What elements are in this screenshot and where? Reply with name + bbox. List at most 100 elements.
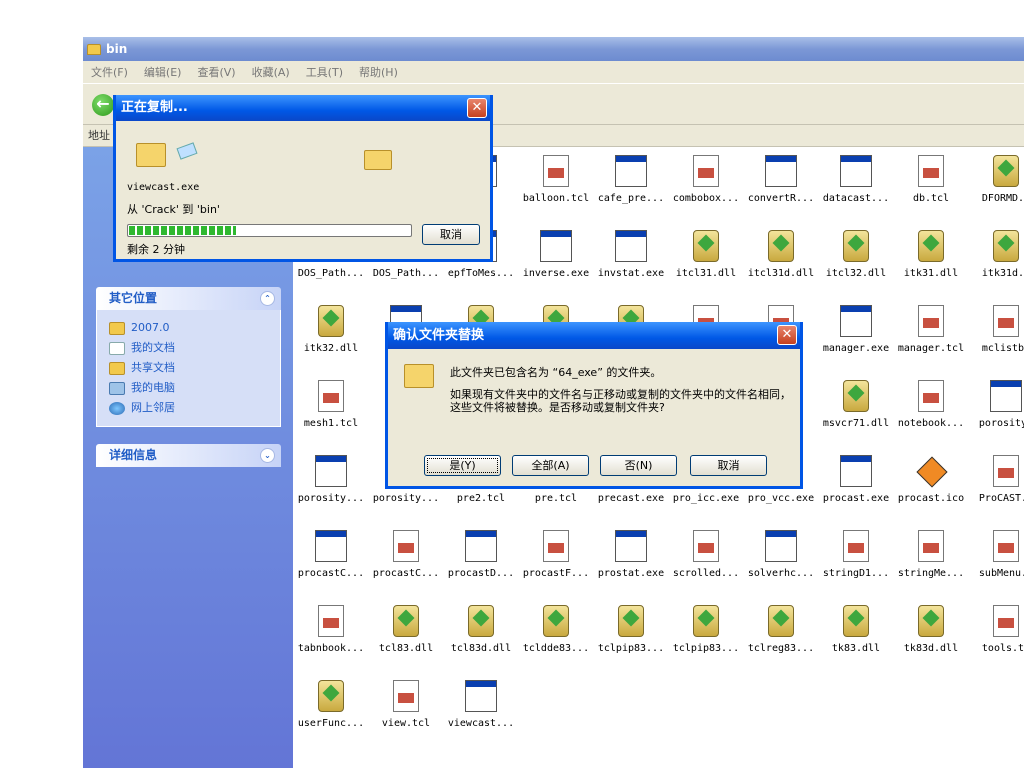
file-name: tcl83.dll	[378, 643, 434, 654]
confirm-dialog-titlebar[interactable]: 确认文件夹替换 ✕	[388, 322, 800, 349]
file-item[interactable]: tcl83.dll	[370, 601, 442, 673]
file-item[interactable]: mclistbo	[970, 301, 1024, 373]
file-item[interactable]: balloon.tcl	[520, 151, 592, 223]
other-places-panel: 其它位置 ⌃ 2007.0 我的文档 共享文档 我的电脑 网上邻居	[96, 287, 281, 427]
file-item[interactable]: subMenu.t	[970, 526, 1024, 598]
details-header[interactable]: 详细信息 ⌄	[96, 444, 281, 467]
tcl-file-icon	[918, 380, 944, 412]
copy-dialog-titlebar[interactable]: 正在复制... ✕	[116, 95, 490, 121]
file-item[interactable]: tclpip83...	[595, 601, 667, 673]
menu-help[interactable]: 帮助(H)	[359, 64, 398, 80]
file-item[interactable]: stringD1...	[820, 526, 892, 598]
window-titlebar[interactable]: bin	[83, 37, 1024, 61]
file-item[interactable]: notebook...	[895, 376, 967, 448]
file-name: procastC...	[372, 568, 440, 579]
file-item[interactable]: tk83.dll	[820, 601, 892, 673]
file-item[interactable]: tcl83d.dll	[445, 601, 517, 673]
place-link-my-computer[interactable]: 我的电脑	[109, 378, 280, 398]
close-icon[interactable]: ✕	[467, 98, 487, 118]
file-name: tclpip83...	[597, 643, 665, 654]
file-item[interactable]: tabnbook...	[295, 601, 367, 673]
file-item[interactable]: porosity.	[970, 376, 1024, 448]
file-item[interactable]: solverhc...	[745, 526, 817, 598]
dll-file-icon	[768, 605, 794, 637]
confirm-message-line2: 如果现有文件夹中的文件名与正移动或复制的文件夹中的文件名相同，这些文件将被替换。…	[450, 388, 791, 414]
file-item[interactable]: viewcast...	[445, 676, 517, 748]
file-item[interactable]: procast.ico	[895, 451, 967, 523]
no-button[interactable]: 否(N)	[600, 455, 677, 476]
file-item[interactable]: userFunc...	[295, 676, 367, 748]
file-item[interactable]: tclreg83...	[745, 601, 817, 673]
place-link-network[interactable]: 网上邻居	[109, 398, 280, 418]
file-item[interactable]: cafe_pre...	[595, 151, 667, 223]
yes-button[interactable]: 是(Y)	[424, 455, 501, 476]
source-folder-icon	[136, 143, 166, 167]
file-item[interactable]: procast.exe	[820, 451, 892, 523]
file-item[interactable]: scrolled...	[670, 526, 742, 598]
file-item[interactable]: prostat.exe	[595, 526, 667, 598]
cancel-button[interactable]: 取消	[690, 455, 767, 476]
file-item[interactable]: combobox...	[670, 151, 742, 223]
other-places-header[interactable]: 其它位置 ⌃	[96, 287, 281, 310]
expand-chevron-icon[interactable]: ⌄	[260, 448, 275, 463]
file-item[interactable]: procastC...	[370, 526, 442, 598]
dll-file-icon	[543, 605, 569, 637]
network-icon	[109, 401, 125, 415]
place-link-my-documents[interactable]: 我的文档	[109, 338, 280, 358]
file-item[interactable]: procastC...	[295, 526, 367, 598]
file-item[interactable]: itk31d.d	[970, 226, 1024, 298]
menu-view[interactable]: 查看(V)	[197, 64, 235, 80]
file-item[interactable]: convertR...	[745, 151, 817, 223]
file-item[interactable]: tclpip83...	[670, 601, 742, 673]
file-name: itcl31.dll	[675, 268, 737, 279]
file-item[interactable]: itcl31.dll	[670, 226, 742, 298]
file-name: porosity...	[372, 493, 440, 504]
file-item[interactable]: db.tcl	[895, 151, 967, 223]
app-file-icon	[465, 530, 497, 562]
app-file-icon	[840, 455, 872, 487]
file-item[interactable]: DFORMD.D	[970, 151, 1024, 223]
back-arrow-icon[interactable]: ←	[92, 94, 114, 116]
menu-edit[interactable]: 编辑(E)	[144, 64, 182, 80]
file-item[interactable]: manager.tcl	[895, 301, 967, 373]
place-link-label: 我的电脑	[131, 381, 175, 394]
yes-to-all-button[interactable]: 全部(A)	[512, 455, 589, 476]
file-name: DOS_Path...	[297, 268, 365, 279]
place-link-2007[interactable]: 2007.0	[109, 318, 280, 338]
copy-cancel-button[interactable]: 取消	[422, 224, 480, 245]
file-item[interactable]: tk83d.dll	[895, 601, 967, 673]
file-item[interactable]: procastF...	[520, 526, 592, 598]
file-name: notebook...	[897, 418, 965, 429]
file-item[interactable]: tcldde83...	[520, 601, 592, 673]
file-item[interactable]: invstat.exe	[595, 226, 667, 298]
tcl-file-icon	[993, 530, 1019, 562]
menu-file[interactable]: 文件(F)	[91, 64, 128, 80]
file-item[interactable]: itcl31d.dll	[745, 226, 817, 298]
file-item[interactable]: inverse.exe	[520, 226, 592, 298]
file-item[interactable]: procastD...	[445, 526, 517, 598]
file-name: itk31d.d	[981, 268, 1024, 279]
menu-favorites[interactable]: 收藏(A)	[252, 64, 290, 80]
file-name: manager.tcl	[897, 343, 965, 354]
menu-tools[interactable]: 工具(T)	[306, 64, 343, 80]
file-name: invstat.exe	[597, 268, 665, 279]
close-icon[interactable]: ✕	[777, 325, 797, 345]
file-item[interactable]: mesh1.tcl	[295, 376, 367, 448]
file-item[interactable]: manager.exe	[820, 301, 892, 373]
file-item[interactable]: itcl32.dll	[820, 226, 892, 298]
collapse-chevron-icon[interactable]: ⌃	[260, 291, 275, 306]
file-name: itcl32.dll	[825, 268, 887, 279]
file-item[interactable]: datacast...	[820, 151, 892, 223]
file-item[interactable]: msvcr71.dll	[820, 376, 892, 448]
file-item[interactable]: itk31.dll	[895, 226, 967, 298]
file-name: tabnbook...	[297, 643, 365, 654]
file-item[interactable]: view.tcl	[370, 676, 442, 748]
file-item[interactable]: porosity...	[295, 451, 367, 523]
file-item[interactable]: ProCAST.x	[970, 451, 1024, 523]
file-item[interactable]: itk32.dll	[295, 301, 367, 373]
copy-file-name: viewcast.exe	[127, 182, 200, 193]
file-item[interactable]: tools.tc	[970, 601, 1024, 673]
place-link-shared-documents[interactable]: 共享文档	[109, 358, 280, 378]
file-item[interactable]: stringMe...	[895, 526, 967, 598]
folder-icon	[87, 43, 101, 55]
